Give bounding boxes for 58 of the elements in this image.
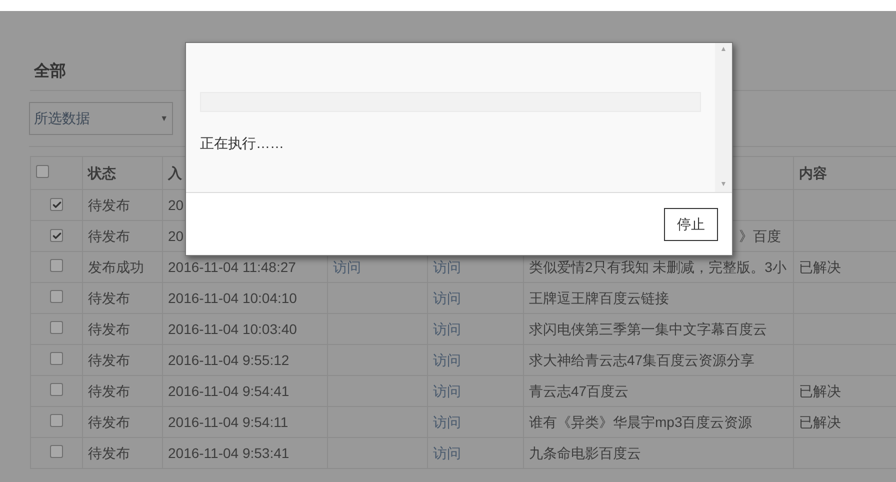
visit-link[interactable]: 访问 bbox=[433, 352, 461, 368]
time-text: 2016-11-04 11:48:27 bbox=[168, 258, 296, 274]
select-field[interactable]: 所选数据 ▼ bbox=[29, 102, 173, 135]
visit-link[interactable]: 访问 bbox=[433, 320, 461, 336]
content-text: 已解决 bbox=[799, 382, 841, 398]
status-text: 待发布 bbox=[88, 320, 130, 336]
status-text: 发布成功 bbox=[88, 258, 144, 274]
title-text: 谁有《异类》华晨宇mp3百度云资源 bbox=[529, 414, 752, 430]
status-text: 待发布 bbox=[88, 228, 130, 244]
content-text: 已解决 bbox=[799, 414, 841, 430]
checkbox[interactable] bbox=[50, 258, 63, 272]
column-header: 状态 bbox=[88, 164, 116, 180]
select-value: 所选数据 bbox=[34, 109, 90, 128]
visit-link[interactable]: 访问 bbox=[433, 382, 461, 398]
column-header: 内容 bbox=[799, 164, 827, 180]
status-message: 正在执行…… bbox=[200, 135, 284, 151]
status-text: 待发布 bbox=[88, 382, 130, 398]
time-text: 20 bbox=[168, 196, 184, 212]
check-icon bbox=[52, 230, 62, 240]
time-text: 2016-11-04 9:55:12 bbox=[168, 352, 290, 368]
title-text: 青云志47百度云 bbox=[529, 382, 629, 398]
visit-link[interactable]: 访问 bbox=[433, 258, 461, 274]
page-title: 全部 bbox=[34, 61, 66, 82]
title-text: 王牌逗王牌百度云链接 bbox=[529, 290, 669, 306]
status-text: 待发布 bbox=[88, 444, 130, 460]
title-text: 求闪电侠第三季第一集中文字幕百度云 bbox=[529, 320, 767, 336]
title-text: 九条命电影百度云 bbox=[529, 444, 641, 460]
stop-button[interactable]: 停止 bbox=[664, 208, 718, 241]
checkbox[interactable] bbox=[36, 164, 49, 178]
time-text: 2016-11-04 10:03:40 bbox=[168, 320, 297, 336]
checkbox[interactable] bbox=[50, 290, 63, 302]
checkbox[interactable] bbox=[50, 382, 63, 396]
status-text: 待发布 bbox=[88, 196, 130, 212]
time-text: 2016-11-04 9:54:11 bbox=[168, 414, 288, 430]
visit-link[interactable]: 访问 bbox=[433, 290, 461, 306]
status-text: 待发布 bbox=[88, 414, 130, 430]
time-text: 20 bbox=[168, 228, 184, 244]
title-text: 求大神给青云志47集百度云资源分享 bbox=[529, 352, 755, 368]
visit-link[interactable]: 访问 bbox=[433, 444, 461, 460]
column-header: 入 bbox=[168, 164, 182, 180]
time-text: 2016-11-04 9:54:41 bbox=[168, 382, 290, 398]
status-text: 待发布 bbox=[88, 290, 130, 306]
time-text: 2016-11-04 9:53:41 bbox=[168, 444, 290, 460]
checkbox[interactable] bbox=[50, 444, 63, 458]
title-text: 类似爱情2只有我知 未删减，完整版。3小 bbox=[529, 258, 786, 274]
content-text: 已解决 bbox=[799, 258, 841, 274]
checkbox[interactable] bbox=[50, 352, 63, 364]
visit-link[interactable]: 访问 bbox=[333, 258, 361, 274]
checkbox[interactable] bbox=[50, 320, 63, 334]
title-text: 》百度 bbox=[739, 228, 781, 244]
check-icon bbox=[52, 200, 62, 210]
checkbox[interactable] bbox=[50, 229, 63, 242]
select-arrow: ▼ bbox=[160, 112, 168, 124]
checkbox[interactable] bbox=[50, 198, 63, 211]
visit-link[interactable]: 访问 bbox=[433, 414, 461, 430]
status-text: 待发布 bbox=[88, 352, 130, 368]
checkbox[interactable] bbox=[50, 414, 63, 426]
time-text: 2016-11-04 10:04:10 bbox=[168, 290, 297, 306]
